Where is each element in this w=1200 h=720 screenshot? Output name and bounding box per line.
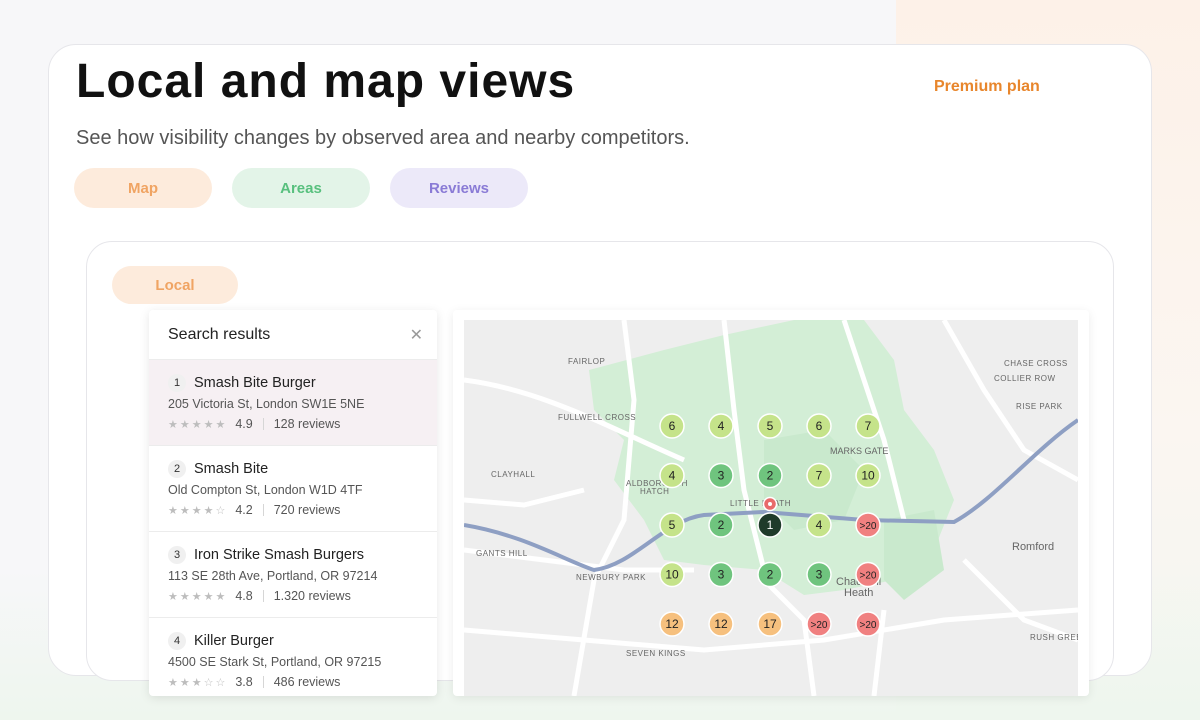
rank-label: 4 <box>718 419 725 433</box>
map-place-label: RUSH GREEN <box>1030 633 1078 642</box>
page-subtitle: See how visibility changes by observed a… <box>76 127 690 149</box>
result-name: Iron Strike Smash Burgers <box>194 547 365 563</box>
result-name: Smash Bite Burger <box>194 375 316 391</box>
search-result-item[interactable]: 3 Iron Strike Smash Burgers 113 SE 28th Av… <box>149 532 437 618</box>
rank-label: 3 <box>718 568 725 582</box>
result-rating: 3.8 <box>235 675 253 689</box>
result-heading: 4 Killer Burger <box>168 632 418 650</box>
search-result-item[interactable]: 4 Killer Burger 4500 SE Stark St, Portland… <box>149 618 437 696</box>
result-rank: 4 <box>168 632 186 650</box>
rank-label: 17 <box>763 617 777 631</box>
search-results-header: Search results ✕ <box>149 310 437 360</box>
map-place-label: MARKS GATE <box>830 446 888 456</box>
star-rating-icon: ★★★★★ <box>168 418 228 431</box>
search-result-item[interactable]: 1 Smash Bite Burger 205 Victoria St, Londo… <box>149 360 437 446</box>
rank-label: 6 <box>816 419 823 433</box>
rank-label: 12 <box>714 617 728 631</box>
rank-label: 2 <box>767 469 774 483</box>
result-heading: 1 Smash Bite Burger <box>168 374 418 392</box>
tab-reviews[interactable]: Reviews <box>390 168 528 208</box>
map-place-label: Romford <box>1012 541 1054 553</box>
tab-areas[interactable]: Areas <box>232 168 370 208</box>
result-address: 205 Victoria St, London SW1E 5NE <box>168 397 365 411</box>
result-heading: 3 Iron Strike Smash Burgers <box>168 546 418 564</box>
map-place-label: GANTS HILL <box>476 549 528 558</box>
map-place-label: FULLWELL CROSS <box>558 413 636 422</box>
rank-label: 6 <box>669 419 676 433</box>
page-title: Local and map views <box>76 55 576 108</box>
rank-label: >20 <box>860 521 877 532</box>
result-meta: ★★★★☆ 4.2 720 reviews <box>168 503 418 517</box>
rank-label: >20 <box>860 620 877 631</box>
close-icon[interactable]: ✕ <box>410 325 423 345</box>
map-place-label: FAIRLOP <box>568 357 605 366</box>
search-result-item[interactable]: 2 Smash Bite Old Compton St, London W1D 4T… <box>149 446 437 532</box>
rank-label: 4 <box>816 518 823 532</box>
result-rank: 3 <box>168 546 186 564</box>
rank-map[interactable]: FAIRLOPFULLWELL CROSSCLAYHALLALDBOROUGHH… <box>464 320 1078 696</box>
rank-label: 10 <box>861 469 875 483</box>
rank-label: 3 <box>816 568 823 582</box>
result-heading: 2 Smash Bite <box>168 460 418 478</box>
result-rating: 4.2 <box>235 503 253 517</box>
result-rating: 4.9 <box>235 417 253 431</box>
result-reviews: 1.320 reviews <box>273 589 351 603</box>
map-place-label: COLLIER ROW <box>994 374 1056 383</box>
rank-label: 12 <box>665 617 679 631</box>
divider <box>262 418 264 430</box>
result-reviews: 128 reviews <box>273 417 341 431</box>
search-results-list: 1 Smash Bite Burger 205 Victoria St, Londo… <box>149 360 437 696</box>
result-address: 113 SE 28th Ave, Portland, OR 97214 <box>168 569 378 583</box>
rank-label: 10 <box>665 568 679 582</box>
divider <box>262 590 264 602</box>
rank-label: >20 <box>860 571 877 582</box>
rank-label: 1 <box>767 518 774 532</box>
map-place-label: CLAYHALL <box>491 470 535 479</box>
plan-badge: Premium plan <box>934 78 1040 95</box>
rank-label: 2 <box>767 568 774 582</box>
star-rating-icon: ★★★★☆ <box>168 504 228 517</box>
rank-label: 5 <box>767 419 774 433</box>
map-place-label: NEWBURY PARK <box>576 573 646 582</box>
divider <box>262 676 264 688</box>
divider <box>262 504 264 516</box>
map-place-label: CHASE CROSS <box>1004 359 1068 368</box>
result-rank: 2 <box>168 460 186 478</box>
rank-label: 4 <box>669 469 676 483</box>
rank-label: 7 <box>865 419 872 433</box>
result-address: 4500 SE Stark St, Portland, OR 97215 <box>168 655 382 669</box>
location-pin-icon <box>768 502 772 506</box>
result-meta: ★★★★★ 4.8 1.320 reviews <box>168 589 418 603</box>
tab-map[interactable]: Map <box>74 168 212 208</box>
result-address: Old Compton St, London W1D 4TF <box>168 483 363 497</box>
star-rating-icon: ★★★★★ <box>168 590 228 603</box>
result-name: Killer Burger <box>194 633 274 649</box>
star-rating-icon: ★★★☆☆ <box>168 676 228 689</box>
result-rating: 4.8 <box>235 589 253 603</box>
result-meta: ★★★★★ 4.9 128 reviews <box>168 417 418 431</box>
search-results-panel: Search results ✕ 1 Smash Bite Burger 205 V… <box>149 310 437 696</box>
map-place-label: LITTLE HEATH <box>730 499 791 508</box>
result-meta: ★★★☆☆ 3.8 486 reviews <box>168 675 418 689</box>
rank-label: 5 <box>669 518 676 532</box>
rank-label: 2 <box>718 518 725 532</box>
search-results-title: Search results <box>168 325 271 343</box>
rank-label: 7 <box>816 469 823 483</box>
map-place-label: SEVEN KINGS <box>626 649 686 658</box>
rank-label: 3 <box>718 469 725 483</box>
result-rank: 1 <box>168 374 186 392</box>
map-place-label: Heath <box>844 587 873 599</box>
result-reviews: 486 reviews <box>273 675 341 689</box>
tab-local[interactable]: Local <box>112 266 238 304</box>
rank-label: >20 <box>811 620 828 631</box>
result-reviews: 720 reviews <box>273 503 341 517</box>
map-place-label: RISE PARK <box>1016 402 1063 411</box>
map-place-label: HATCH <box>640 487 669 496</box>
result-name: Smash Bite <box>194 461 269 477</box>
